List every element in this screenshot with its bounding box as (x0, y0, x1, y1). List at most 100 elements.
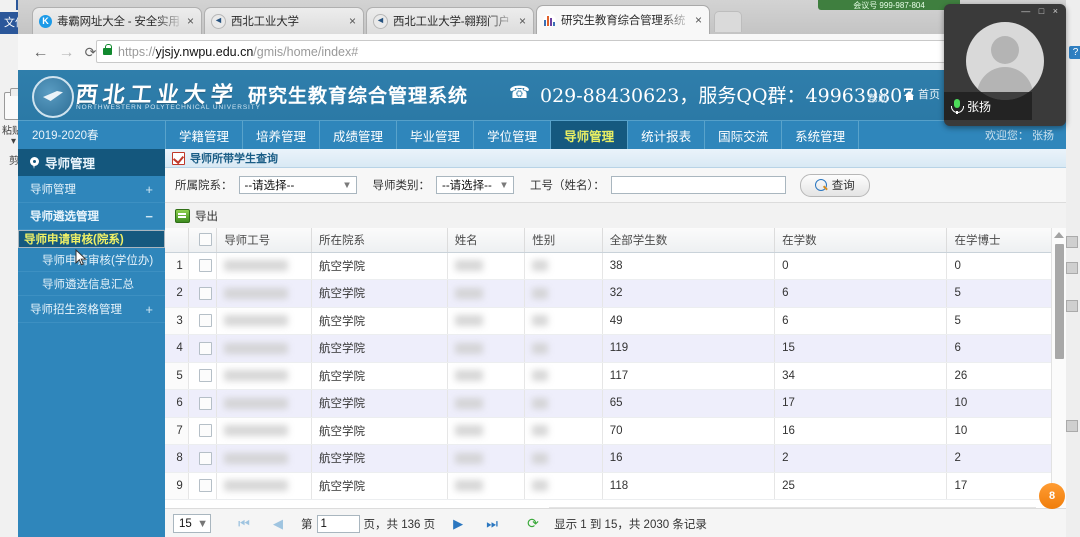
cell-enrolled[interactable]: 16 (774, 417, 948, 445)
row-checkbox-cell[interactable] (188, 334, 218, 363)
row-checkbox-cell[interactable] (188, 252, 218, 280)
menu-item-biye[interactable]: 毕业管理 (396, 121, 473, 149)
office-paste-caret[interactable]: ▾ (11, 136, 16, 147)
close-icon[interactable]: × (184, 14, 197, 28)
back-icon[interactable]: ← (30, 42, 51, 63)
th-gender[interactable]: 性别 (524, 228, 603, 253)
menu-item-guoji[interactable]: 国际交流 (704, 121, 781, 149)
cell-all-students[interactable]: 16 (602, 444, 776, 473)
sidebar-item-shenqing-shenhe-xueweiban[interactable]: 导师申请审核(学位办) (18, 248, 165, 272)
video-call-overlay[interactable]: — □ × 张扬 (944, 4, 1066, 126)
menu-item-chengji[interactable]: 成绩管理 (319, 121, 396, 149)
th-staff-id[interactable]: 导师工号 (216, 228, 312, 253)
vertical-scroll-thumb[interactable] (1055, 244, 1064, 359)
url-bar[interactable]: https://yjsjy.nwpu.edu.cn/gmis/home/inde… (96, 40, 1034, 63)
first-page-button[interactable]: ⏮ (227, 516, 261, 532)
row-checkbox-cell[interactable] (188, 389, 218, 418)
cell-enrolled[interactable]: 0 (774, 252, 948, 280)
browser-tab-1[interactable]: K 毒霸网址大全 - 安全实用 × (32, 7, 202, 34)
next-page-button[interactable]: ▶ (441, 516, 475, 532)
table-row[interactable]: 5 航空学院 117 34 26 (165, 362, 1066, 390)
th-dept[interactable]: 所在院系 (311, 228, 448, 253)
th-selectall[interactable] (188, 228, 218, 253)
row-checkbox-cell[interactable] (188, 307, 218, 335)
cell-all-students[interactable]: 38 (602, 252, 776, 280)
row-checkbox[interactable] (199, 341, 213, 355)
table-row[interactable]: 4 航空学院 119 15 6 (165, 334, 1066, 363)
help-icon[interactable]: ? (1069, 46, 1080, 59)
microphone-icon[interactable] (951, 98, 964, 114)
row-checkbox-cell[interactable] (188, 362, 218, 390)
select-all-checkbox[interactable] (199, 233, 213, 247)
menu-item-xueji[interactable]: 学籍管理 (165, 121, 242, 149)
home-link[interactable]: 首页 (904, 86, 940, 102)
collapse-minus-icon[interactable]: − (145, 209, 153, 224)
cell-all-students[interactable]: 70 (602, 417, 776, 445)
row-checkbox-cell[interactable] (188, 444, 218, 473)
table-row[interactable]: 9 航空学院 118 25 17 (165, 472, 1066, 500)
office-tool-icon-1[interactable] (1066, 236, 1078, 248)
expand-plus-icon[interactable]: + (145, 302, 153, 317)
row-checkbox[interactable] (199, 424, 213, 438)
cell-enrolled[interactable]: 17 (774, 389, 948, 418)
cell-phd[interactable]: 2 (946, 444, 1066, 473)
row-checkbox[interactable] (199, 314, 213, 328)
cell-enrolled[interactable]: 34 (774, 362, 948, 390)
cell-phd[interactable]: 6 (946, 334, 1066, 363)
row-checkbox-cell[interactable] (188, 472, 218, 500)
close-icon[interactable]: × (516, 14, 529, 28)
cell-phd[interactable]: 5 (946, 307, 1066, 335)
cell-phd[interactable]: 10 (946, 417, 1066, 445)
export-excel-icon[interactable] (175, 208, 190, 223)
scroll-up-icon[interactable] (1054, 232, 1064, 238)
cell-phd[interactable]: 5 (946, 279, 1066, 308)
notification-badge[interactable]: 8 (1039, 483, 1065, 509)
export-button[interactable]: 导出 (195, 208, 218, 224)
sidebar-item-daoshi-guanli[interactable]: 导师管理 + (18, 176, 165, 203)
th-phd[interactable]: 在学博士 (946, 228, 1066, 253)
type-select[interactable]: --请选择-- ▼ (436, 176, 514, 194)
menu-item-peiyang[interactable]: 培养管理 (242, 121, 319, 149)
last-page-button[interactable]: ⏭ (475, 516, 509, 532)
refresh-icon[interactable]: ⟳ (527, 516, 542, 531)
browser-tab-2[interactable]: ◄ 西北工业大学 × (204, 7, 364, 34)
new-tab-button[interactable] (714, 11, 742, 32)
cell-all-students[interactable]: 118 (602, 472, 776, 500)
th-all-students[interactable]: 全部学生数 (602, 228, 776, 253)
row-checkbox[interactable] (199, 451, 213, 465)
table-row[interactable]: 6 航空学院 65 17 10 (165, 389, 1066, 418)
sidebar-item-linxuan-guanli[interactable]: 导师遴选管理 − (18, 203, 165, 230)
grid-vertical-scrollbar[interactable] (1051, 228, 1066, 508)
dept-select[interactable]: --请选择-- ▼ (238, 176, 357, 194)
browser-tab-3[interactable]: ◄ 西北工业大学-翱翔门户 × (366, 7, 534, 34)
forward-icon[interactable]: → (56, 42, 77, 63)
cell-phd[interactable]: 26 (946, 362, 1066, 390)
cell-all-students[interactable]: 32 (602, 279, 776, 308)
expand-plus-icon[interactable]: + (145, 182, 153, 197)
row-checkbox-cell[interactable] (188, 417, 218, 445)
sidebar-item-linxuan-huizong[interactable]: 导师遴选信息汇总 (18, 272, 165, 296)
page-size-select[interactable]: 15 ▼ (173, 514, 211, 533)
row-checkbox[interactable] (199, 286, 213, 300)
search-button[interactable]: 查询 (799, 173, 870, 197)
table-row[interactable]: 8 航空学院 16 2 2 (165, 444, 1066, 473)
cell-phd[interactable]: 10 (946, 389, 1066, 418)
window-buttons[interactable]: — □ × (1021, 6, 1061, 16)
office-tool-icon-3[interactable] (1066, 300, 1078, 312)
row-checkbox[interactable] (199, 369, 213, 383)
cell-enrolled[interactable]: 15 (774, 334, 948, 363)
row-checkbox[interactable] (199, 259, 213, 273)
cell-enrolled[interactable]: 25 (774, 472, 948, 500)
menu-item-xuewei[interactable]: 学位管理 (473, 121, 550, 149)
menu-item-daoshi[interactable]: 导师管理 (550, 121, 628, 149)
office-tool-icon-4[interactable] (1066, 420, 1078, 432)
th-enrolled[interactable]: 在学数 (774, 228, 948, 253)
help-link[interactable]: 帮助 (868, 90, 888, 105)
close-icon[interactable]: × (346, 14, 359, 28)
close-icon[interactable]: × (692, 13, 705, 27)
cell-all-students[interactable]: 49 (602, 307, 776, 335)
term-selector[interactable]: 2019-2020春 (18, 121, 165, 149)
cell-enrolled[interactable]: 2 (774, 444, 948, 473)
office-tool-icon-2[interactable] (1066, 262, 1078, 274)
staff-id-input[interactable] (610, 176, 786, 194)
